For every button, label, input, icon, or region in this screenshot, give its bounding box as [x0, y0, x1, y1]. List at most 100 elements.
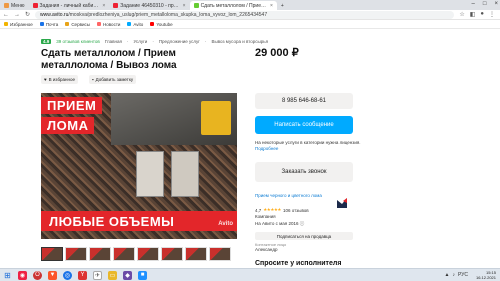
back-icon[interactable]: ← — [3, 12, 9, 18]
window-controls: – □ × — [472, 1, 498, 7]
tab-favicon-icon — [113, 3, 119, 8]
menu-icon[interactable]: ⋮ — [489, 11, 495, 18]
clock[interactable]: 15:15 16.12.2021 — [476, 270, 496, 280]
favorite-label: В избранное — [48, 77, 76, 82]
bookmark-label: Избранное — [10, 21, 33, 27]
star-icon[interactable]: ☆ — [459, 11, 464, 18]
breadcrumb-item[interactable]: Услуги — [133, 39, 147, 44]
bookmark-label: Youtube — [156, 21, 173, 27]
browser-tab-active[interactable]: Сдать металлолом / Прие… × — [189, 1, 277, 10]
network-icon[interactable]: ▲ — [445, 272, 450, 278]
reload-icon[interactable]: ↻ — [25, 11, 30, 18]
bookmark-item[interactable]: Почта — [39, 21, 59, 27]
photo-caption-3: ЛЮБЫЕ ОБЪЕМЫ — [41, 211, 237, 231]
opera-icon[interactable]: O — [33, 270, 42, 280]
avito-watermark: Avito — [218, 221, 233, 227]
add-note-label: Добавить заметку — [95, 77, 134, 82]
url-input[interactable]: www.avito.ru/moskva/predlozheniya_uslug/… — [35, 10, 455, 19]
contact-name: Александр — [255, 247, 278, 252]
folder-icon — [65, 22, 70, 26]
start-icon[interactable]: ⊞ — [3, 271, 12, 280]
tab-favicon-icon — [32, 3, 38, 8]
bookmark-item[interactable]: Youtube — [150, 21, 173, 27]
volume-icon[interactable]: ♪ — [452, 272, 455, 278]
bookmark-label: Почта — [45, 21, 59, 27]
bookmark-item[interactable]: Избранное — [4, 22, 33, 27]
thumbnail[interactable] — [113, 247, 135, 261]
license-more-link[interactable]: Подробнее — [255, 146, 278, 151]
truck — [171, 151, 199, 197]
language-indicator[interactable]: РУС — [458, 272, 468, 278]
subscribe-button[interactable]: Подписаться на продавца — [255, 232, 353, 240]
forward-icon[interactable]: → — [14, 12, 20, 18]
telegram-icon[interactable]: ✈ — [93, 270, 102, 280]
info-icon[interactable]: ⓘ — [300, 221, 305, 226]
thumbnail[interactable] — [185, 247, 207, 261]
order-call-button[interactable]: Заказать звонок — [255, 162, 353, 182]
bookmark-label: Avito — [133, 21, 144, 27]
close-window-icon[interactable]: × — [494, 1, 498, 7]
folder-icon[interactable]: ▭ — [108, 270, 117, 280]
youtube-icon — [150, 22, 155, 26]
maximize-icon[interactable]: □ — [483, 1, 487, 7]
bookmark-item[interactable]: Сервисы — [65, 22, 90, 27]
url-path: /moskva/predlozheniya_uslug/priem_metall… — [68, 11, 268, 18]
app-icon[interactable]: ◆ — [123, 270, 132, 280]
photo-caption-2: ЛОМА — [41, 117, 95, 134]
app-icon[interactable]: ■ — [138, 270, 147, 280]
thumbnail[interactable] — [137, 247, 159, 261]
news-icon — [96, 22, 101, 26]
extensions-icon[interactable]: ◧ — [470, 11, 476, 18]
bookmark-item[interactable]: Новости — [96, 21, 121, 27]
browser-tab[interactable]: Задания - личный каби… × — [29, 1, 110, 10]
breadcrumb: 4.9 39 отзывов клиентов Главная · Услуги ·… — [41, 39, 269, 44]
seller-logo[interactable] — [335, 196, 349, 210]
clock-date: 16.12.2021 — [475, 275, 496, 280]
browser-tab[interactable]: Меню — [0, 1, 29, 10]
main-photo[interactable]: ПРИЕМ ЛОМА ЛЮБЫЕ ОБЪЕМЫ Avito — [41, 93, 237, 239]
rating-badge: 4.9 — [41, 39, 52, 44]
photo-thumbnails — [41, 247, 231, 261]
breadcrumb-item[interactable]: Вывоз мусора и вторсырья — [211, 39, 268, 44]
close-icon[interactable]: × — [102, 3, 105, 9]
tab-label: Задания - личный каби… — [39, 2, 99, 9]
close-icon[interactable]: × — [270, 3, 273, 9]
add-note-button[interactable]: ▪ Добавить заметку — [89, 75, 137, 84]
chrome-icon[interactable]: ◎ — [63, 270, 72, 280]
thumbnail[interactable] — [65, 247, 87, 261]
address-bar-row: ← → ↻ www.avito.ru/moskva/predlozheniya_… — [0, 10, 500, 20]
thumbnail[interactable] — [41, 247, 63, 261]
app-icon[interactable]: ◉ — [18, 270, 27, 280]
favorite-button[interactable]: ♥ В избранное — [41, 75, 79, 84]
avito-icon — [127, 22, 132, 26]
taskbar: ⊞ ◉ O ▼ ◎ Y ✈ ▭ ◆ ■ ▲ ♪ РУС 15:15 16.12.… — [0, 268, 500, 281]
seller-since-text: На Авито с мая 2016 — [255, 221, 299, 226]
reviews-link[interactable]: 39 отзывов клиентов — [56, 39, 100, 44]
seller-rating-value: 4,7 — [255, 207, 262, 213]
yandex-icon[interactable]: Y — [78, 270, 87, 280]
breadcrumb-item[interactable]: Главная — [105, 39, 122, 44]
new-tab-button[interactable]: + — [277, 1, 288, 10]
minimize-icon[interactable]: – — [472, 1, 475, 7]
tab-favicon-icon — [4, 3, 9, 8]
tab-label: Сдать металлолом / Прие… — [200, 2, 266, 9]
seller-name-link[interactable]: Прием черного и цветного лома — [255, 193, 330, 199]
mail-icon — [39, 22, 44, 26]
profile-icon[interactable]: ● — [480, 11, 484, 18]
close-icon[interactable]: × — [183, 3, 186, 9]
bookmark-label: Новости — [102, 21, 121, 27]
thumbnail[interactable] — [209, 247, 231, 261]
thumbnail[interactable] — [161, 247, 183, 261]
browser-tab[interactable]: Задание 46450310 - пр… × — [109, 1, 189, 10]
tab-label: Задание 46450310 - пр… — [120, 2, 179, 9]
breadcrumb-item[interactable]: Предложение услуг — [159, 39, 200, 44]
seller-reviews-link[interactable]: 106 отзывов — [283, 208, 309, 213]
truck — [136, 151, 164, 197]
bookmark-item[interactable]: Avito — [127, 22, 143, 27]
write-message-button[interactable]: Написать сообщение — [255, 116, 353, 134]
phone-button[interactable]: 8 985 646-68-61 — [255, 93, 353, 109]
license-text: На некоторые услуги в категории нужна ли… — [255, 140, 361, 145]
brave-icon[interactable]: ▼ — [48, 270, 57, 280]
excavator — [201, 101, 231, 135]
thumbnail[interactable] — [89, 247, 111, 261]
